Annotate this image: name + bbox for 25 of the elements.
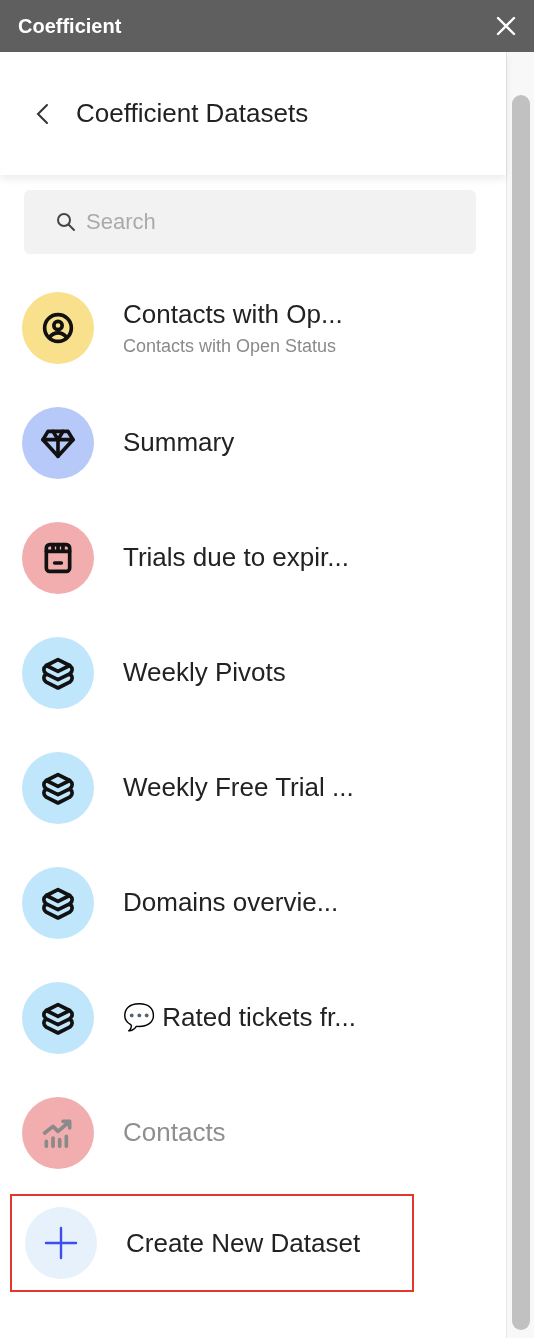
dataset-title: 💬 Rated tickets fr... [123, 1002, 356, 1033]
close-button[interactable] [494, 14, 518, 38]
search-icon [56, 212, 76, 232]
dataset-subtitle: Contacts with Open Status [123, 335, 338, 357]
dataset-item[interactable]: Contacts with Op... Contacts with Open Status [0, 270, 506, 385]
plus-icon [44, 1226, 78, 1260]
dataset-title: Contacts with Op... [123, 298, 343, 330]
create-dataset-item[interactable]: Create New Dataset [10, 1194, 414, 1292]
search-field[interactable]: Search [24, 190, 476, 254]
dataset-item[interactable]: Domains overvie... [0, 845, 506, 960]
dataset-item[interactable]: Trials due to expir... [0, 500, 506, 615]
dataset-title: Contacts [123, 1117, 226, 1148]
window-title: Coefficient [18, 14, 122, 38]
dataset-title: Weekly Free Trial ... [123, 772, 354, 803]
dataset-item[interactable]: Weekly Free Trial ... [0, 730, 506, 845]
dataset-title: Summary [123, 427, 235, 458]
page-title: Coefficient Datasets [76, 98, 309, 129]
dataset-item[interactable]: Weekly Pivots [0, 615, 506, 730]
create-dataset-label: Create New Dataset [126, 1227, 361, 1259]
dataset-title: Trials due to expir... [123, 542, 349, 573]
dataset-title: Domains overvie... [123, 887, 339, 918]
scrollbar-thumb[interactable] [512, 95, 530, 1330]
dataset-item[interactable]: 💬 Rated tickets fr... [0, 960, 506, 1075]
dataset-item[interactable]: Summary [0, 385, 506, 500]
dataset-title: Weekly Pivots [123, 657, 286, 688]
